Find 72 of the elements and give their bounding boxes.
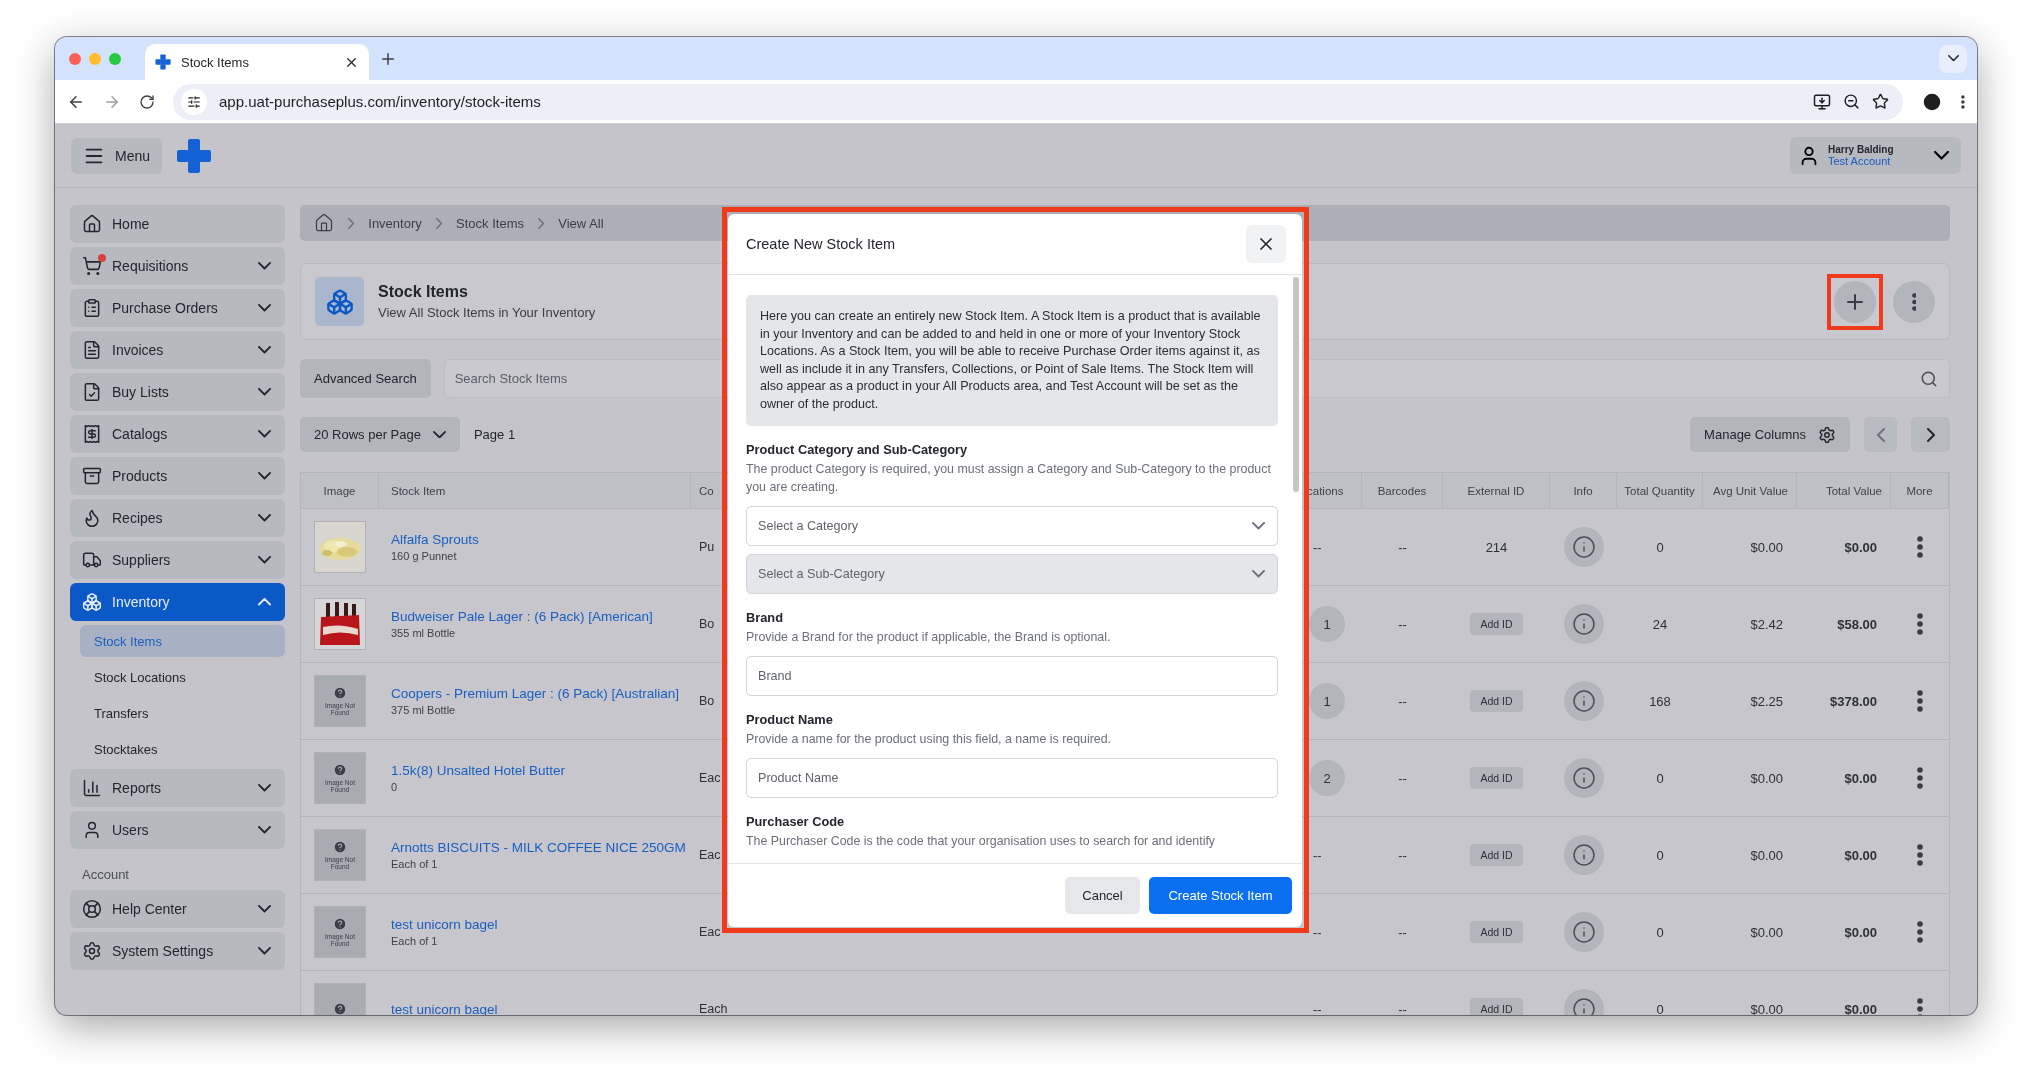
page-indicator: Page 1	[473, 427, 516, 442]
tab-title: Stock Items	[181, 54, 250, 70]
table-cell: --	[1398, 693, 1407, 709]
item-unit: 375 ml Bottle	[391, 704, 456, 716]
item-unit: 355 ml Bottle	[391, 627, 456, 639]
column-header: More	[1891, 473, 1949, 508]
table-cell: --	[1313, 924, 1322, 940]
intro-text: Here you can create an entirely new Stock Item. A Stock Item is a product that is available in your Inventory and can be added to and held in one or more of your Inventory Stock Locations. As a Stock Item, you will be able to receive Purchase Order items against it, as well as include it in any Transfers, Collections, or Point of Sale Items. The Stock Item will also appear as a product in your All Products area, and Test Account will be set as the owner of the product.	[746, 295, 1278, 426]
section-title: Brand	[746, 610, 784, 625]
section-title: Product Category and Sub-Category	[746, 442, 969, 457]
table-cell: Bo	[699, 617, 715, 631]
table-cell: --	[1398, 539, 1407, 555]
table-cell: Each	[699, 1002, 728, 1015]
table-cell: $0.00	[1844, 539, 1877, 555]
table-cell: --	[1398, 1001, 1407, 1015]
column-header: Barcodes	[1362, 473, 1443, 508]
table-cell: $0.00	[1750, 539, 1783, 555]
column-header: Total Quantity	[1617, 473, 1703, 508]
table-cell: 0	[1656, 539, 1664, 555]
table-cell: 24	[1652, 616, 1668, 632]
section-description: The product Category is required, you must assign a Category and Sub-Category to the product you are creating.	[746, 461, 1272, 496]
table-cell: $0.00	[1750, 847, 1783, 863]
section-title: Purchaser Code	[746, 814, 846, 829]
table-cell: Pu	[699, 540, 715, 554]
section-description: Provide a Brand for the product if applicable, the Brand is optional.	[746, 629, 1112, 646]
table-cell: $0.00	[1750, 1001, 1783, 1015]
table-cell: 0	[1656, 924, 1664, 940]
page-subtitle: View All Stock Items in Your Inventory	[378, 305, 596, 320]
column-header: Avg Unit Value	[1703, 473, 1797, 508]
item-unit: 0	[391, 781, 398, 793]
table-cell: $2.25	[1750, 693, 1783, 709]
table-cell: 168	[1649, 693, 1671, 709]
table-cell: $378.00	[1830, 693, 1877, 709]
column-header: Total Value	[1797, 473, 1891, 508]
table-cell: --	[1398, 770, 1407, 786]
table-cell: $2.42	[1750, 616, 1783, 632]
table-cell: $0.00	[1844, 847, 1877, 863]
table-cell: 0	[1656, 847, 1664, 863]
column-header: Stock Item	[379, 473, 691, 508]
section-description: Provide a name for the product using this field, a name is required.	[746, 731, 1113, 748]
table-cell: 0	[1656, 1001, 1664, 1015]
column-header: External ID	[1443, 473, 1550, 508]
page-title: Stock Items	[378, 283, 468, 301]
table-cell: 0	[1656, 770, 1664, 786]
table-cell: Bo	[699, 694, 715, 708]
table-cell: $0.00	[1750, 770, 1783, 786]
table-cell: $0.00	[1844, 1001, 1877, 1015]
section-title: Product Name	[746, 712, 834, 727]
table-cell: Eac	[699, 848, 721, 862]
item-unit: 160 g Punnet	[391, 550, 457, 562]
table-cell: --	[1313, 1001, 1322, 1015]
table-cell: --	[1398, 616, 1407, 632]
table-cell: Eac	[699, 925, 721, 939]
section-label: Account	[82, 867, 130, 882]
table-cell: $58.00	[1837, 616, 1877, 632]
table-cell: --	[1398, 924, 1407, 940]
table-cell: --	[1313, 847, 1322, 863]
dialog-title: Create New Stock Item	[746, 236, 897, 252]
table-cell: 214	[1485, 539, 1508, 555]
table-cell: $0.00	[1844, 770, 1877, 786]
table-cell: Eac	[699, 771, 721, 785]
table-cell: $0.00	[1750, 924, 1783, 940]
table-cell: --	[1398, 847, 1407, 863]
account-name: Test Account	[1828, 155, 1892, 167]
table-cell: --	[1313, 539, 1322, 555]
section-description: The Purchaser Code is the code that your organisation uses to search for and identify	[746, 833, 1217, 850]
column-header: Image	[301, 473, 379, 508]
user-name: Harry Balding	[1828, 144, 1895, 155]
column-header: Info	[1550, 473, 1617, 508]
item-unit: Each of 1	[391, 935, 438, 947]
item-unit: Each of 1	[391, 858, 438, 870]
table-cell: $0.00	[1844, 924, 1877, 940]
